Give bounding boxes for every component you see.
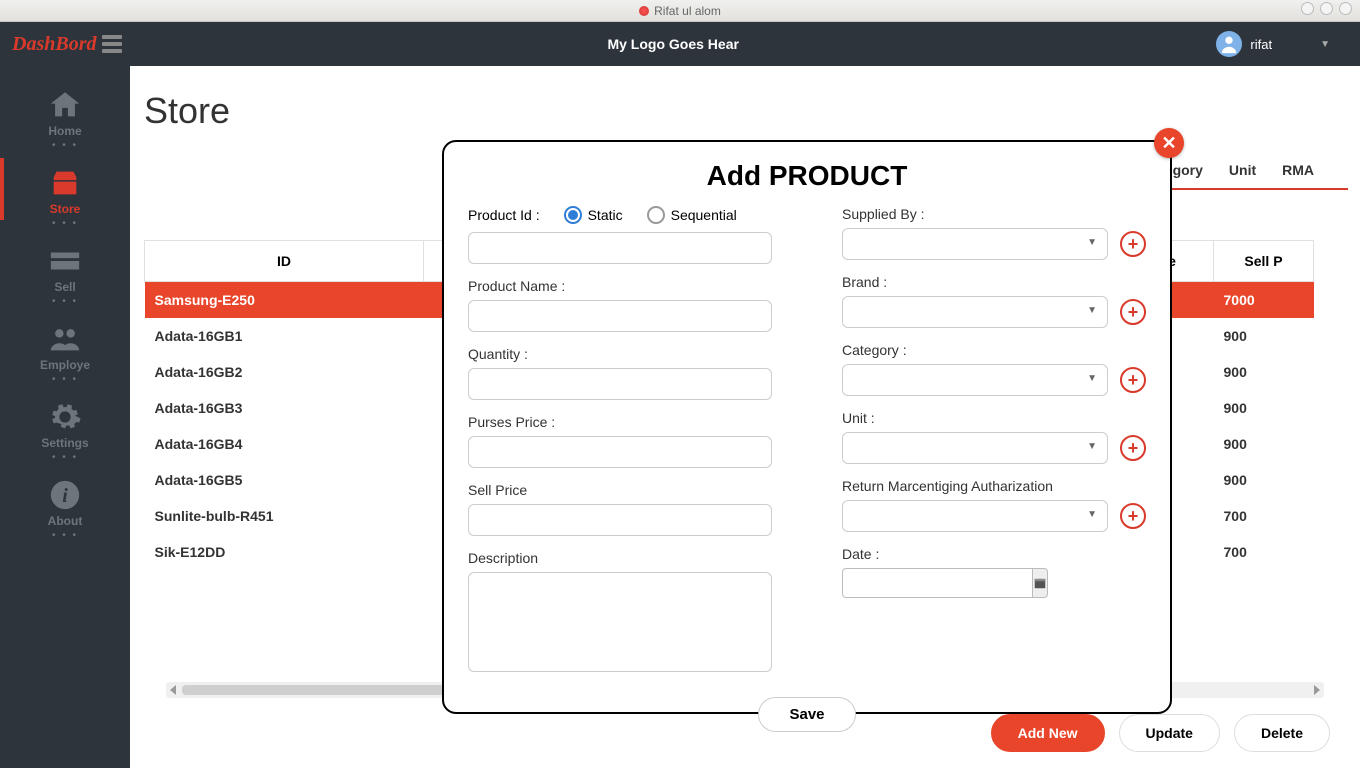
divider-dots: • • •: [0, 456, 130, 466]
store-cart-icon: [46, 166, 84, 200]
divider-dots: • • •: [0, 144, 130, 154]
add-product-modal: ✕ Add PRODUCT Product Id : Static: [442, 140, 1172, 714]
plus-icon: +: [1128, 438, 1139, 459]
rma-label: Return Marcentiging Autharization: [842, 478, 1146, 494]
app-header: DashBord My Logo Goes Hear rifat ▼: [0, 22, 1360, 66]
os-close-button[interactable]: [1339, 2, 1352, 15]
modal-title: Add PRODUCT: [468, 160, 1146, 192]
supplied-by-label: Supplied By :: [842, 206, 1146, 222]
rma-select[interactable]: [842, 500, 1108, 532]
os-minimize-button[interactable]: [1301, 2, 1314, 15]
purses-price-label: Purses Price :: [468, 414, 772, 430]
sidebar-item-label: Home: [48, 124, 81, 138]
brand-logo: DashBord: [12, 33, 96, 56]
description-input[interactable]: [468, 572, 772, 672]
sidebar-item-home[interactable]: Home: [0, 80, 130, 142]
close-icon: ✕: [1161, 133, 1176, 154]
date-label: Date :: [842, 546, 1146, 562]
product-name-label: Product Name :: [468, 278, 772, 294]
brand-label: Brand :: [842, 274, 1146, 290]
divider-dots: • • •: [0, 222, 130, 232]
sell-price-input[interactable]: [468, 504, 772, 536]
quantity-label: Quantity :: [468, 346, 772, 362]
plus-icon: +: [1128, 302, 1139, 323]
category-label: Category :: [842, 342, 1146, 358]
os-window-controls: [1301, 2, 1352, 15]
calendar-icon: [1033, 576, 1047, 590]
os-title: Rifat ul alom: [654, 4, 721, 18]
username: rifat: [1250, 37, 1272, 52]
plus-icon: +: [1128, 506, 1139, 527]
sell-card-icon: [46, 244, 84, 278]
product-name-input[interactable]: [468, 300, 772, 332]
divider-dots: • • •: [0, 534, 130, 544]
quantity-input[interactable]: [468, 368, 772, 400]
chevron-down-icon: ▼: [1320, 39, 1330, 50]
product-id-label: Product Id :: [468, 207, 540, 223]
menu-toggle-icon[interactable]: [102, 35, 122, 53]
date-input[interactable]: [842, 568, 1032, 598]
sidebar-item-settings[interactable]: Settings: [0, 392, 130, 454]
modal-left-column: Product Id : Static Sequential: [468, 206, 772, 691]
sell-price-label: Sell Price: [468, 482, 772, 498]
date-picker-button[interactable]: [1032, 568, 1048, 598]
add-supplier-button[interactable]: +: [1120, 231, 1146, 257]
add-brand-button[interactable]: +: [1120, 299, 1146, 325]
people-icon: [46, 322, 84, 356]
svg-text:i: i: [62, 485, 68, 507]
add-category-button[interactable]: +: [1120, 367, 1146, 393]
modal-right-column: Supplied By : + Brand : +: [842, 206, 1146, 691]
sidebar: Home • • • Store • • • Sell • • • Employ…: [0, 66, 130, 768]
plus-icon: +: [1128, 370, 1139, 391]
add-rma-button[interactable]: +: [1120, 503, 1146, 529]
os-maximize-button[interactable]: [1320, 2, 1333, 15]
supplied-by-select[interactable]: [842, 228, 1108, 260]
sidebar-item-label: Employe: [40, 358, 90, 372]
sidebar-item-store[interactable]: Store: [0, 158, 130, 220]
sidebar-item-about[interactable]: i About: [0, 470, 130, 532]
gear-icon: [46, 400, 84, 434]
sidebar-item-label: Store: [50, 202, 81, 216]
app-indicator-icon: [639, 6, 649, 16]
radio-sequential[interactable]: Sequential: [647, 206, 737, 224]
radio-dot-icon: [647, 206, 665, 224]
sidebar-item-label: Sell: [54, 280, 75, 294]
radio-static[interactable]: Static: [564, 206, 623, 224]
radio-dot-icon: [564, 206, 582, 224]
sidebar-item-sell[interactable]: Sell: [0, 236, 130, 298]
brand-select[interactable]: [842, 296, 1108, 328]
header-title: My Logo Goes Hear: [130, 36, 1216, 52]
info-icon: i: [46, 478, 84, 512]
avatar: [1216, 31, 1242, 57]
product-id-input[interactable]: [468, 232, 772, 264]
user-menu[interactable]: rifat ▼: [1216, 31, 1360, 57]
purses-price-input[interactable]: [468, 436, 772, 468]
unit-select[interactable]: [842, 432, 1108, 464]
divider-dots: • • •: [0, 378, 130, 388]
home-icon: [46, 88, 84, 122]
close-button[interactable]: ✕: [1154, 128, 1184, 158]
category-select[interactable]: [842, 364, 1108, 396]
sidebar-item-label: Settings: [41, 436, 88, 450]
sidebar-item-employe[interactable]: Employe: [0, 314, 130, 376]
main-content: Store Brands Category Unit RMA ID gory P…: [130, 66, 1360, 768]
os-titlebar: Rifat ul alom: [0, 0, 1360, 22]
save-button[interactable]: Save: [758, 697, 855, 732]
unit-label: Unit :: [842, 410, 1146, 426]
modal-overlay: ✕ Add PRODUCT Product Id : Static: [130, 66, 1360, 768]
description-label: Description: [468, 550, 772, 566]
divider-dots: • • •: [0, 300, 130, 310]
add-unit-button[interactable]: +: [1120, 435, 1146, 461]
plus-icon: +: [1128, 234, 1139, 255]
sidebar-item-label: About: [48, 514, 83, 528]
